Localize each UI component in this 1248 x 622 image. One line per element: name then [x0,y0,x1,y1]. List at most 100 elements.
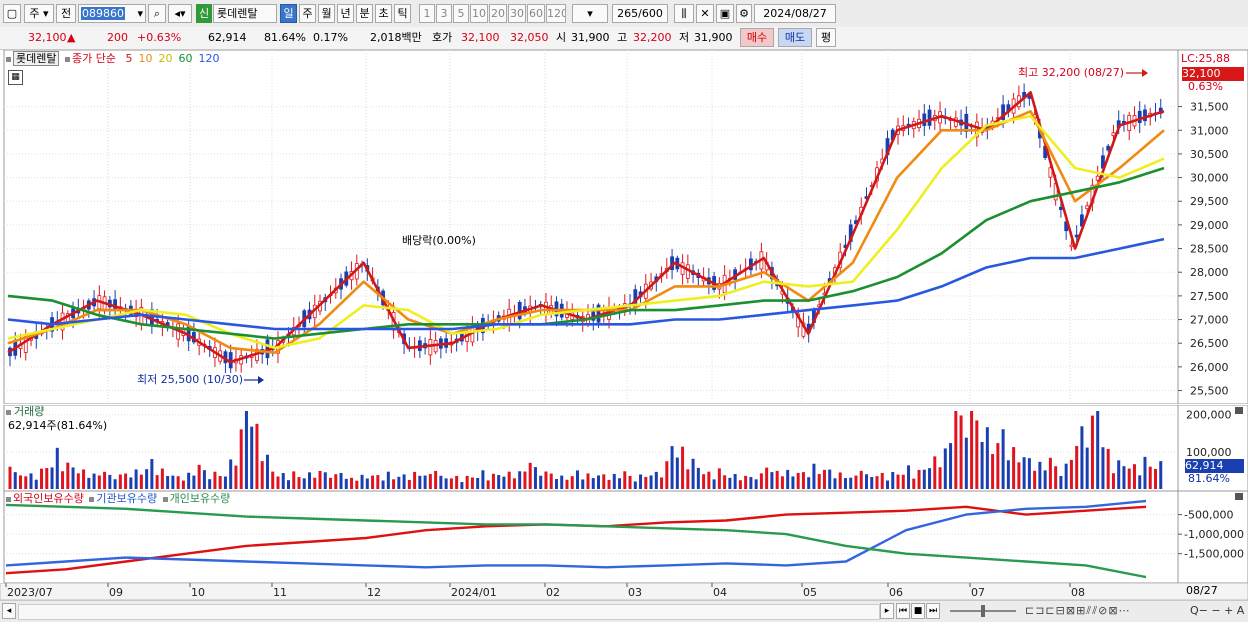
tab-interval-60[interactable]: 60 [527,4,545,23]
candle-icon[interactable]: ⫼ [674,4,694,23]
volume-bar [749,477,753,489]
volume-bar [1127,468,1131,489]
scroll-right-icon[interactable]: ▸ [880,603,894,619]
x-tick-label: 11 [273,586,287,599]
x-axis-chart: 2023/07 09 10 11 12 2024/01 02 03 04 05 06 07 08 [0,582,1248,601]
volume-bar [297,477,301,489]
tab-interval-1[interactable]: 1 [419,4,435,23]
volume-bar [308,472,312,489]
forward-icon[interactable]: ⏭ [926,603,940,619]
volume-bar [907,465,911,489]
volume-bar [444,478,448,489]
count-field[interactable]: 265/600 [612,4,668,23]
tab-interval-5[interactable]: 5 [453,4,469,23]
volume-bar [355,480,359,489]
volume-bar [1001,429,1005,489]
y-tick-label: 31,000 [1190,124,1229,137]
volume-bar [523,471,527,489]
search-icon[interactable]: ⌕ [148,4,166,23]
stop-icon[interactable]: ■ [911,603,925,619]
volume-bar [229,459,233,489]
legend-name: 롯데렌탈 [13,51,60,66]
quote-bar: 32,100 ▲ 200 +0.63% 62,914 81.64% 0.17% … [0,27,1248,50]
volume-bar [197,464,201,489]
volume-panel[interactable]: 200,000 100,000 거래량 62,914주(81.64%) 62,91… [0,404,1248,492]
ask1: 32,100 [461,31,500,44]
crosshair-icon[interactable]: ✕ [696,4,714,23]
volume-bar [218,475,222,489]
volume-bar [597,475,601,489]
scroll-bar[interactable]: ◂ ▸ ⏮ ■ ⏭ ⊏⊐⊏⊟⊠⊞⫽⫽⊘⊠⋯ Q− − + A [0,600,1248,622]
volume-bar [455,475,459,489]
tab-period-2[interactable]: 월 [318,4,335,23]
volume-bar [465,475,469,489]
volume-bar [912,478,916,489]
scroll-track[interactable] [18,604,880,620]
volume-bar [365,478,369,489]
volume-bar [92,473,96,489]
prev-button[interactable]: 전 [56,4,76,23]
y-tick-label: 30,500 [1190,148,1229,161]
holding-tick-label: -1,500,000 [1184,548,1244,561]
volume-bar [486,480,490,489]
zoom-controls[interactable]: Q− − + A [1190,604,1244,618]
legend-ma-10: 10 [138,52,153,65]
tab-period-0[interactable]: 일 [280,4,297,23]
drawing-tools[interactable]: ⊏⊐⊏⊟⊠⊞⫽⫽⊘⊠⋯ [1025,604,1131,618]
volume-bar [949,443,953,489]
interval-dropdown[interactable]: ▾ [572,4,608,23]
mode-select[interactable]: 주 ▾ [24,4,54,23]
tab-interval-30[interactable]: 30 [508,4,526,23]
legend-marker [64,57,70,62]
high-value: 32,200 [633,31,672,44]
volume-bar [1101,447,1105,489]
speaker-icon[interactable]: ◂▾ [168,4,192,23]
volume-bar [1143,456,1147,489]
tab-period-3[interactable]: 년 [337,4,354,23]
gear-icon[interactable]: ⚙ [736,4,752,23]
volume-bar [250,426,254,489]
buy-button[interactable]: 매수 [740,28,774,47]
scroll-left-icon[interactable]: ◂ [2,603,16,619]
volume-bar [1064,463,1068,489]
price-panel[interactable]: 31,500 31,000 30,500 30,000 29,500 29,000 28,5… [0,49,1248,405]
volume-bar [891,472,895,489]
tab-period-1[interactable]: 주 [299,4,316,23]
volume-bar [1022,457,1026,489]
current-pct-tag: 0.63% [1188,80,1223,93]
volume-bar [1148,466,1152,489]
avg-button[interactable]: 평 [816,28,836,47]
candle-body [517,302,522,320]
volume-bar [402,474,406,489]
y-tick-label: 26,500 [1190,337,1229,350]
volume-bar [1111,473,1115,489]
rewind-icon[interactable]: ⏮ [896,603,910,619]
window-icon[interactable]: ▢ [3,4,21,23]
stock-name[interactable]: 롯데렌탈 [213,4,277,23]
candle-body [1059,206,1063,210]
volume-bar [192,475,196,489]
save-icon[interactable]: ▣ [716,4,734,23]
volume-bar [260,461,264,489]
tab-interval-20[interactable]: 20 [489,4,507,23]
count-total: /600 [638,7,663,20]
volume-bar [849,477,853,489]
volume-bar [339,472,343,489]
date-field[interactable]: 2024/08/27 [754,4,836,23]
tab-interval-120[interactable]: 120 [546,4,566,23]
grid-icon[interactable]: ▦ [8,70,23,85]
x-axis-right-label: 08/27 [1186,584,1218,597]
volume-bar [623,471,627,489]
candle-body [1106,145,1111,151]
tab-period-5[interactable]: 초 [375,4,392,23]
tab-period-4[interactable]: 분 [356,4,373,23]
tab-interval-3[interactable]: 3 [436,4,452,23]
tab-interval-10[interactable]: 10 [470,4,488,23]
code-input[interactable]: 089860 ▾ [78,4,146,23]
tab-period-6[interactable]: 틱 [394,4,411,23]
sell-button[interactable]: 매도 [778,28,812,47]
zoom-slider-handle[interactable] [981,605,985,617]
holding-panel[interactable]: -500,000 -1,000,000 -1,500,000 외국인보유수량 기관보… [0,490,1248,584]
y-tick-label: 29,500 [1190,195,1229,208]
legend-individual: 개인보유수량 [169,492,231,505]
